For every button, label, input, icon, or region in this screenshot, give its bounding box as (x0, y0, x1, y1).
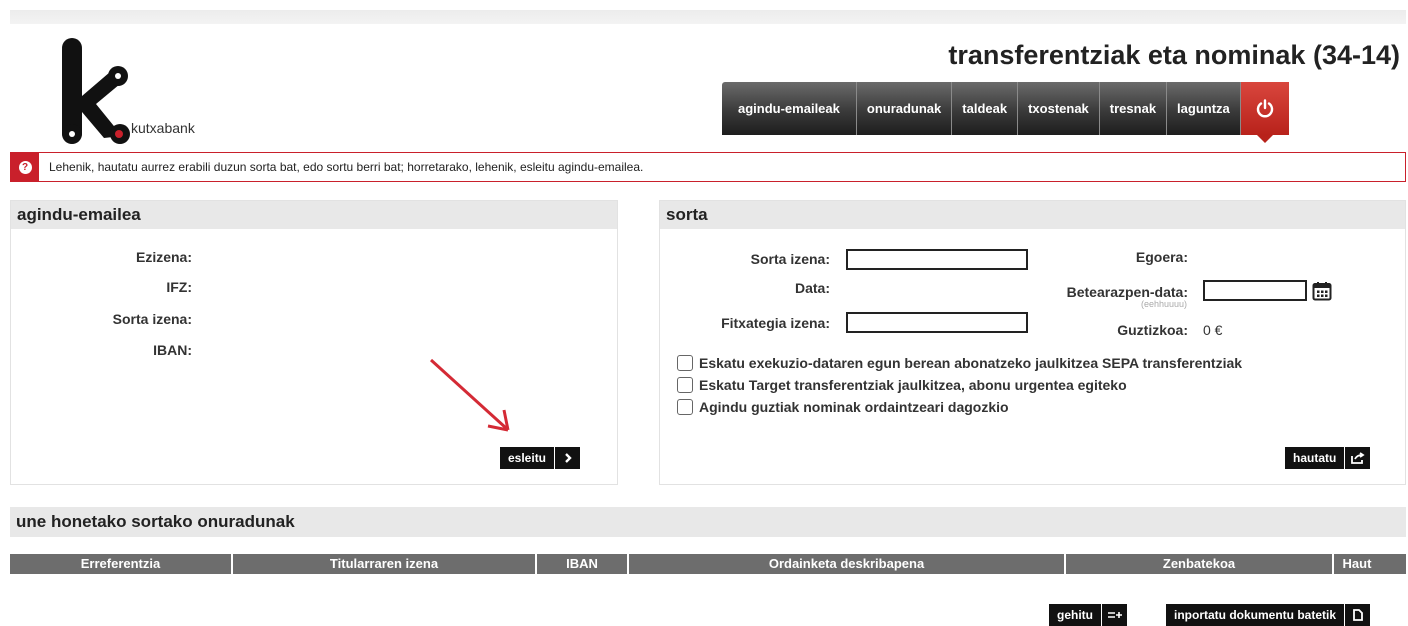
nav-item-laguntza[interactable]: laguntza (1167, 82, 1241, 135)
option-payroll[interactable]: Agindu guztiak nominak ordaintzeari dago… (677, 399, 1009, 415)
nav-item-txostenak[interactable]: txostenak (1018, 82, 1100, 135)
ifz-label: IFZ: (166, 279, 192, 295)
checkbox[interactable] (677, 355, 693, 371)
execution-date-input[interactable] (1203, 280, 1307, 301)
total-label: Guztizkoa: (1117, 322, 1188, 338)
status-label: Egoera: (1135, 249, 1188, 265)
column-header[interactable]: Haut (1334, 554, 1380, 574)
column-header[interactable]: Titularraren izena (233, 554, 537, 574)
file-name-label: Fitxategia izena: (721, 315, 830, 331)
add-button[interactable]: gehitu (1049, 604, 1127, 626)
batch-name-label: Sorta izena: (112, 311, 192, 327)
option-target-urgent[interactable]: Eskatu Target transferentziak jaulkitzea… (677, 377, 1127, 393)
panel-title: agindu-emailea (11, 201, 617, 229)
main-nav: agindu-emaileak onuradunak taldeak txost… (722, 82, 1289, 143)
column-header[interactable]: IBAN (537, 554, 629, 574)
document-icon (1344, 604, 1370, 626)
beneficiaries-title: une honetako sortako onuradunak (10, 507, 1406, 537)
select-button[interactable]: hautatu (1285, 447, 1371, 469)
batch-panel: sorta Sorta izena: Data: Fitxategia izen… (659, 200, 1406, 485)
panel-title: sorta (660, 201, 1405, 229)
column-header[interactable]: Zenbatekoa (1066, 554, 1334, 574)
checkbox[interactable] (677, 399, 693, 415)
nav-item-tresnak[interactable]: tresnak (1099, 82, 1168, 135)
nav-item-taldeak[interactable]: taldeak (952, 82, 1019, 135)
export-icon (1344, 447, 1370, 469)
arrow-annotation (429, 358, 510, 432)
question-icon: ? (11, 153, 39, 181)
beneficiaries-table-header: Erreferentzia Titularraren izena IBAN Or… (10, 554, 1406, 574)
power-button[interactable] (1240, 82, 1289, 143)
execution-date-label: Betearazpen-data: (1066, 284, 1188, 300)
name-label: Ezizena: (135, 249, 192, 265)
iban-label: IBAN: (153, 342, 192, 358)
column-header[interactable]: Ordainketa deskribapena (629, 554, 1066, 574)
batch-name-input[interactable] (846, 249, 1028, 270)
date-label: Data: (794, 280, 830, 296)
batch-name-label: Sorta izena: (750, 251, 830, 267)
execution-date-hint: (eehhuuuu) (1140, 299, 1187, 309)
file-name-input[interactable] (846, 312, 1028, 333)
checkbox[interactable] (677, 377, 693, 393)
assign-button[interactable]: esleitu (500, 447, 581, 469)
add-list-icon (1101, 604, 1127, 626)
brand-name: kutxabank (131, 120, 195, 136)
calendar-icon[interactable] (1312, 281, 1332, 301)
alert-text: Lehenik, hautatu aurrez erabili duzun so… (49, 160, 644, 174)
chevron-right-icon (554, 447, 580, 469)
import-button[interactable]: inportatu dokumentu batetik (1166, 604, 1370, 626)
page-title: transferentziak eta nominak (34-14) (948, 40, 1400, 70)
power-icon (1256, 98, 1273, 117)
top-bar (10, 10, 1406, 24)
column-header[interactable]: Erreferentzia (10, 554, 233, 574)
alert-banner: ? Lehenik, hautatu aurrez erabili duzun … (10, 152, 1406, 182)
total-value: 0 € (1203, 322, 1223, 338)
ordering-party-panel: agindu-emailea Ezizena: IFZ: Sorta izena… (10, 200, 618, 485)
option-same-day-sepa[interactable]: Eskatu exekuzio-dataren egun berean abon… (677, 355, 1242, 371)
nav-item-onuradunak[interactable]: onuradunak (856, 82, 953, 135)
nav-item-agindu-emaileak[interactable]: agindu-emaileak (722, 82, 857, 135)
